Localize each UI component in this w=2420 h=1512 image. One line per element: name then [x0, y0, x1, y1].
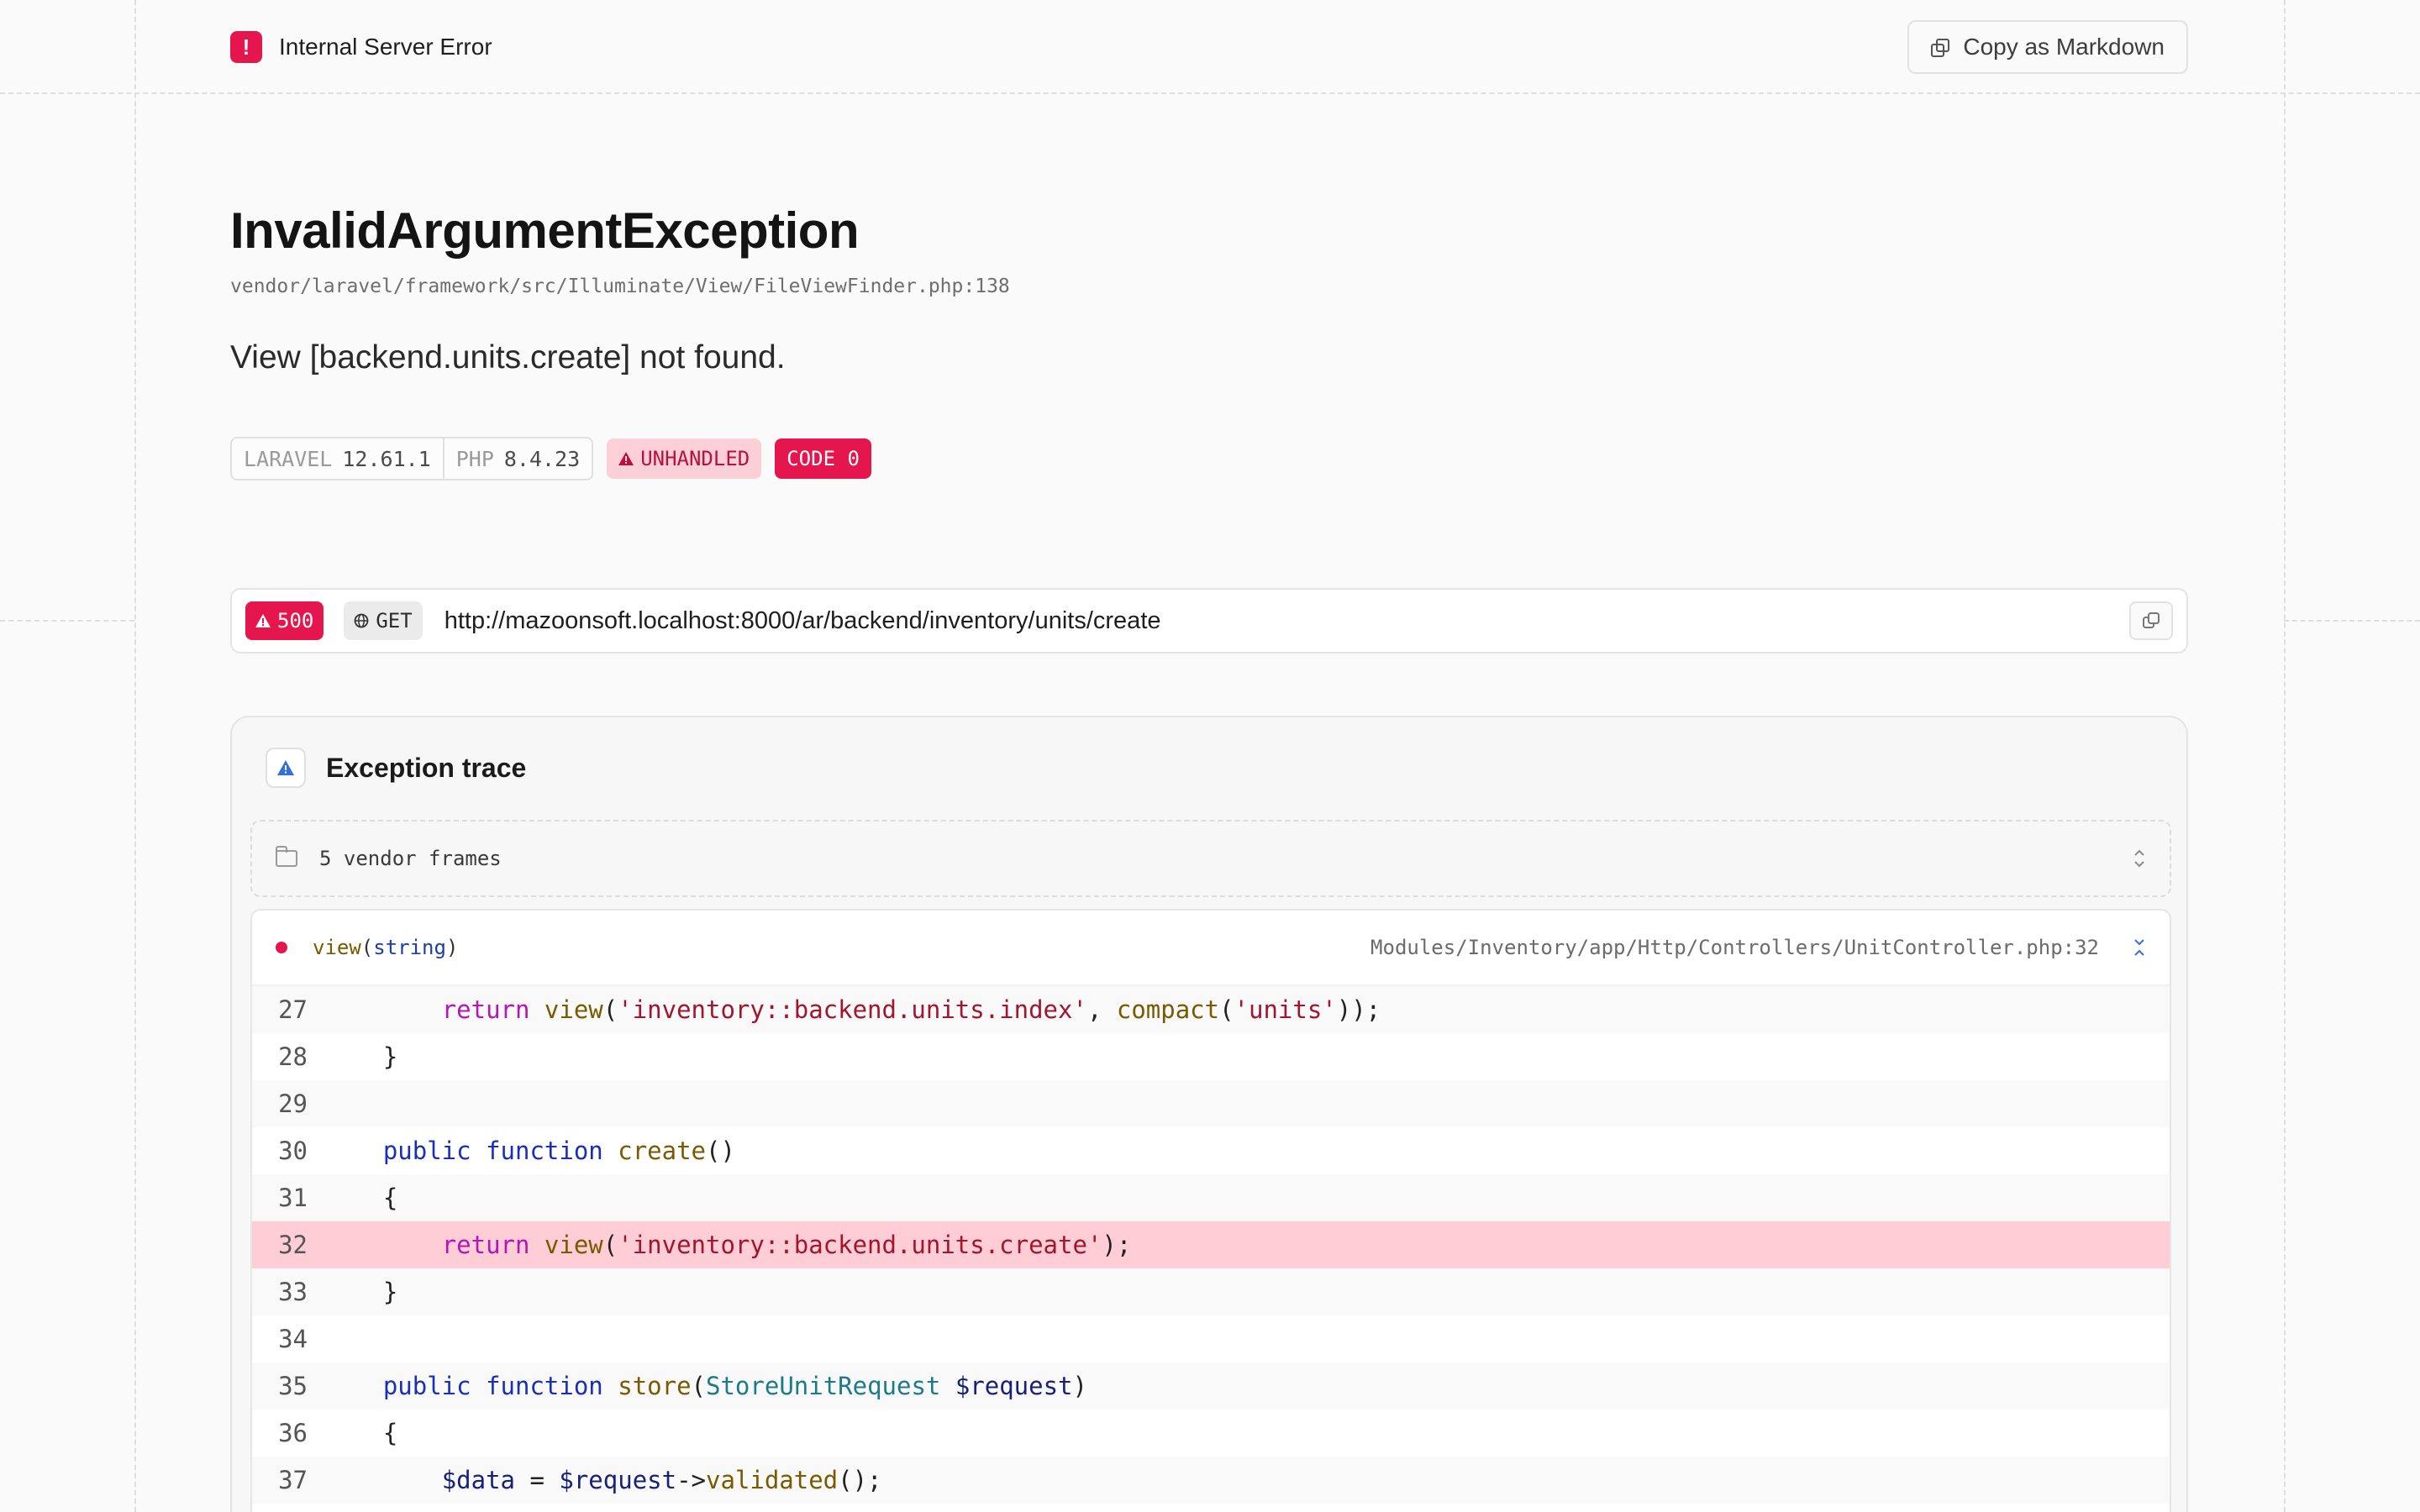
- trace-header: Exception trace: [266, 748, 526, 788]
- code-snippet: 27 return view('inventory::backend.units…: [252, 986, 2170, 1504]
- line-number: 31: [278, 1184, 308, 1212]
- frame-path: Modules/Inventory/app/Http/Controllers/U…: [1370, 936, 2099, 959]
- guide-line: [2284, 620, 2420, 622]
- frame-dot: [276, 942, 287, 953]
- code-line: 36 {: [252, 1410, 2170, 1457]
- warning-icon: [618, 452, 634, 465]
- status-code-badge: 500: [245, 601, 324, 640]
- laravel-key: LARAVEL: [244, 446, 333, 471]
- laravel-version-badge: LARAVEL 12.61.1: [232, 438, 443, 479]
- highlighted-code-line: 32 return view('inventory::backend.units…: [252, 1221, 2170, 1268]
- line-source: [324, 1325, 339, 1353]
- line-source: return view('inventory::backend.units.cr…: [441, 1231, 1132, 1259]
- line-number: 33: [278, 1278, 308, 1306]
- header-title-group: ! Internal Server Error: [230, 31, 492, 63]
- collapse-button[interactable]: [2133, 937, 2146, 958]
- line-source: $data = $request->validated();: [441, 1466, 882, 1494]
- exception-class: InvalidArgumentException: [230, 202, 860, 259]
- code-line: 34: [252, 1315, 2170, 1362]
- line-number: 35: [278, 1372, 308, 1400]
- line-number: 28: [278, 1042, 308, 1071]
- vendor-frames-label: 5 vendor frames: [319, 847, 502, 870]
- code-line: 30 public function create(): [252, 1127, 2170, 1174]
- line-source: public function store(StoreUnitRequest $…: [382, 1372, 1087, 1400]
- unhandled-label: UNHANDLED: [640, 447, 750, 470]
- folder-icon: [276, 846, 297, 867]
- stack-frame: view(string) Modules/Inventory/app/Http/…: [250, 909, 2171, 1512]
- guide-line: [0, 620, 134, 622]
- top-header: ! Internal Server Error Copy as Markdown: [230, 20, 2188, 74]
- php-key: PHP: [455, 446, 494, 471]
- copy-url-button[interactable]: [2129, 601, 2173, 640]
- line-source: public function create(): [382, 1137, 735, 1165]
- exception-trace-panel: Exception trace 5 vendor frames view(str…: [230, 716, 2188, 1512]
- line-source: {: [324, 1184, 398, 1212]
- request-bar: 500 GET http://mazoonsoft.localhost:8000…: [230, 588, 2188, 654]
- line-source: return view('inventory::backend.units.in…: [441, 995, 1381, 1024]
- frame-function: view: [313, 936, 361, 959]
- php-version-badge: PHP 8.4.23: [442, 438, 592, 479]
- laravel-version: 12.61.1: [342, 446, 431, 471]
- line-number: 34: [278, 1325, 308, 1353]
- http-method-badge: GET: [344, 601, 423, 640]
- line-source: }: [324, 1042, 398, 1071]
- guide-line: [134, 0, 136, 1512]
- line-source: {: [324, 1419, 398, 1447]
- warning-icon: [255, 614, 271, 627]
- php-version: 8.4.23: [503, 446, 581, 471]
- line-number: 30: [278, 1137, 308, 1165]
- trace-warning-icon: [266, 748, 306, 788]
- header-title: Internal Server Error: [279, 34, 492, 60]
- code-line: 33 }: [252, 1268, 2170, 1315]
- unhandled-badge: UNHANDLED: [607, 438, 762, 479]
- guide-line: [0, 92, 2420, 94]
- copy-as-markdown-button[interactable]: Copy as Markdown: [1907, 20, 2188, 74]
- frame-paren-close: ): [445, 936, 459, 959]
- code-line: 29: [252, 1080, 2170, 1127]
- line-source: [324, 1089, 339, 1118]
- frame-arg: string: [373, 936, 446, 959]
- vendor-frames-toggle[interactable]: 5 vendor frames: [250, 820, 2171, 897]
- copy-icon: [1931, 39, 1950, 57]
- request-url: http://mazoonsoft.localhost:8000/ar/back…: [444, 606, 1161, 634]
- frame-header[interactable]: view(string) Modules/Inventory/app/Http/…: [252, 911, 2170, 986]
- line-number: 27: [278, 995, 308, 1024]
- chevron-updown-icon: [2134, 849, 2144, 868]
- frame-paren-open: (: [360, 936, 374, 959]
- trace-title: Exception trace: [326, 752, 527, 783]
- error-page: ! Internal Server Error Copy as Markdown…: [0, 0, 2420, 1512]
- guide-line: [2284, 0, 2286, 1512]
- badges-row: LARAVEL 12.61.1 PHP 8.4.23 UNHANDLED COD…: [230, 437, 871, 480]
- line-number: 32: [278, 1231, 308, 1259]
- copy-icon: [2143, 612, 2160, 628]
- copy-as-markdown-label: Copy as Markdown: [1963, 34, 2165, 60]
- code-line: 35 public function store(StoreUnitReques…: [252, 1362, 2170, 1410]
- code-line: 28 }: [252, 1033, 2170, 1080]
- exception-message: View [backend.units.create] not found.: [230, 339, 786, 375]
- error-icon: !: [230, 31, 262, 63]
- version-badges: LARAVEL 12.61.1 PHP 8.4.23: [230, 437, 594, 480]
- line-source: }: [324, 1278, 398, 1306]
- warning-icon: [277, 760, 294, 775]
- exception-file: vendor/laravel/framework/src/Illuminate/…: [230, 276, 1010, 297]
- line-number: 37: [278, 1466, 308, 1494]
- status-code: 500: [277, 609, 314, 633]
- code-line: 37 $data = $request->validated();: [252, 1457, 2170, 1504]
- collapse-icon: [2134, 939, 2144, 956]
- code-line: 31 {: [252, 1174, 2170, 1221]
- line-number: 29: [278, 1089, 308, 1118]
- globe-icon: [354, 613, 369, 628]
- http-method: GET: [376, 609, 413, 633]
- code-badge: CODE 0: [775, 438, 871, 479]
- line-number: 36: [278, 1419, 308, 1447]
- error-icon-glyph: !: [242, 34, 250, 60]
- code-line: 27 return view('inventory::backend.units…: [252, 986, 2170, 1033]
